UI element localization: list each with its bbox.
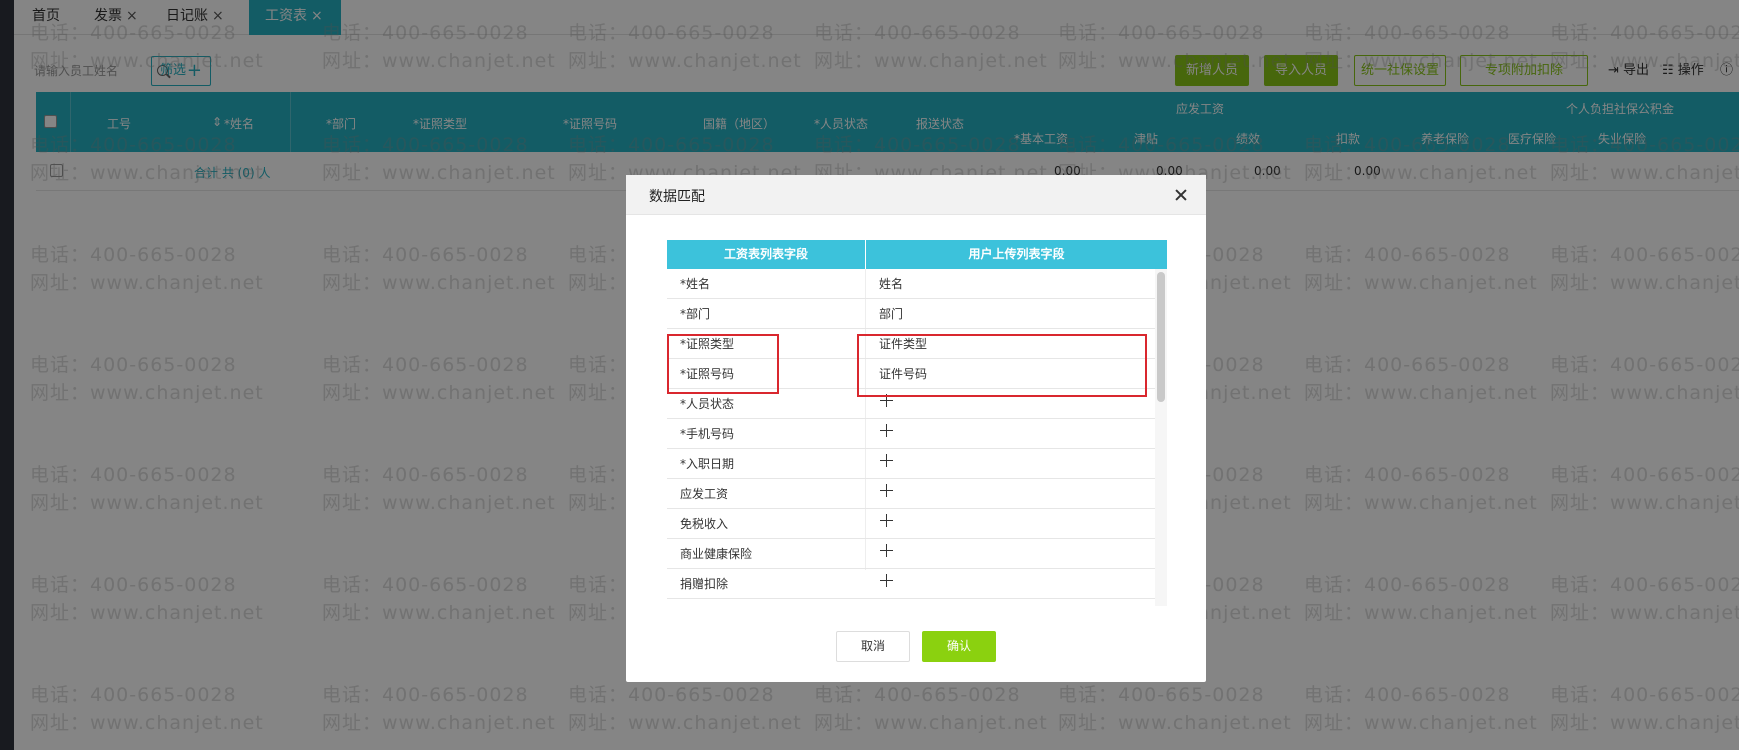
mapping-row: 捐赠扣除 [667,569,1159,599]
highlight-box-left [667,334,779,394]
payroll-field-label: *入职日期 [680,457,735,471]
add-mapping-plus-icon[interactable] [880,424,894,438]
payroll-field-label: *手机号码 [680,427,735,441]
mapping-row: 商业健康保险 [667,539,1159,569]
highlight-box-right [857,334,1147,397]
mapping-row: *入职日期 [667,449,1159,479]
mapping-scrollbar[interactable] [1157,272,1165,402]
mapping-row: *姓名 姓名 [667,269,1159,299]
add-mapping-plus-icon[interactable] [880,574,894,588]
close-icon[interactable] [1174,188,1188,202]
payroll-field-label: *部门 [680,307,711,321]
add-mapping-plus-icon[interactable] [880,544,894,558]
add-mapping-plus-icon[interactable] [880,454,894,468]
mapping-row: *手机号码 [667,419,1159,449]
confirm-button[interactable]: 确认 [922,631,996,662]
upload-field-value[interactable]: 姓名 [879,269,903,299]
payroll-field-label: *姓名 [680,277,711,291]
mapping-row: *部门 部门 [667,299,1159,329]
add-mapping-plus-icon[interactable] [880,514,894,528]
upload-field-value[interactable]: 部门 [879,299,903,329]
payroll-field-label: 商业健康保险 [680,547,753,561]
dialog-title: 数据匹配 [649,189,705,205]
payroll-field-label: 应发工资 [680,487,729,501]
cancel-button[interactable]: 取消 [836,631,910,662]
header-payroll-field: 工资表列表字段 [723,247,808,261]
payroll-field-label: 捐赠扣除 [680,577,729,591]
dialog-header: 数据匹配 [626,175,1206,215]
mapping-table-header: 工资表列表字段 用户上传列表字段 [667,240,1167,269]
data-match-dialog: 数据匹配 工资表列表字段 用户上传列表字段 *姓名 姓名 *部门 部门 *证照类型 证件类… [626,175,1206,682]
header-upload-field: 用户上传列表字段 [865,240,1167,269]
mapping-row: 应发工资 [667,479,1159,509]
add-mapping-plus-icon[interactable] [880,484,894,498]
payroll-field-label: 免税收入 [680,517,729,531]
mapping-row: 免税收入 [667,509,1159,539]
